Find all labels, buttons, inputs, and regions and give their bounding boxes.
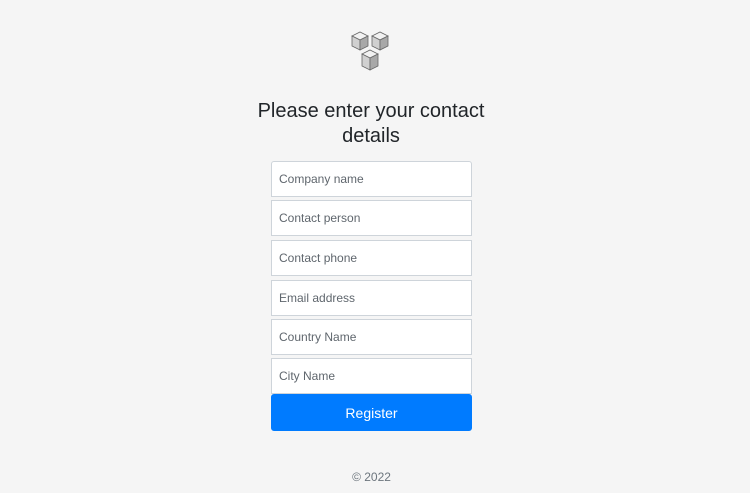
- contact-person-input[interactable]: [271, 200, 472, 236]
- email-input[interactable]: [271, 280, 472, 316]
- city-name-input[interactable]: [271, 358, 472, 394]
- page-heading: Please enter your contact details: [257, 100, 485, 147]
- country-name-input[interactable]: [271, 319, 472, 355]
- contact-phone-input[interactable]: [271, 240, 472, 276]
- copyright-footer: © 2022: [352, 470, 391, 484]
- cubes-logo-icon: [351, 31, 389, 71]
- company-name-input[interactable]: [271, 161, 472, 197]
- register-button[interactable]: Register: [271, 394, 472, 431]
